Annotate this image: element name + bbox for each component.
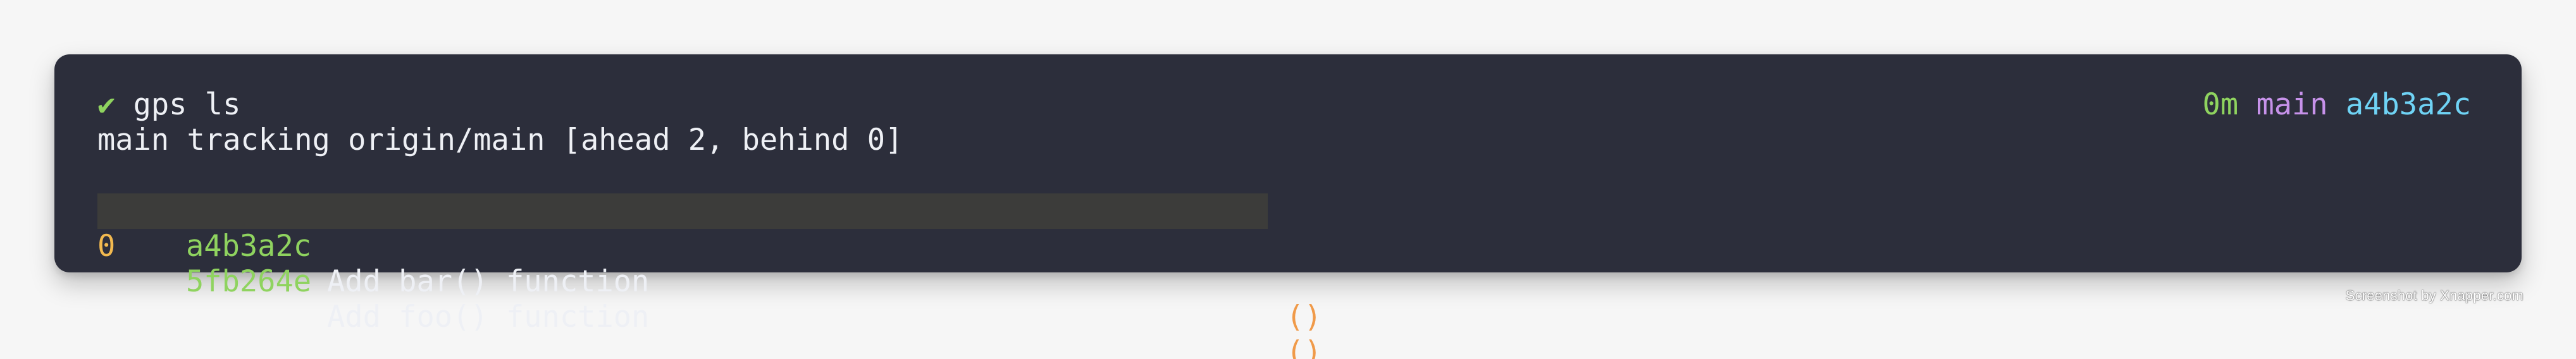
commit-index: 0: [97, 229, 116, 264]
commit-row-selected: 0 5fb264e Add foo() function (): [97, 193, 1322, 359]
prompt-line: ✔ gps ls: [97, 87, 2471, 123]
terminal-output: ✔ gps ls main tracking origin/main [ahea…: [97, 87, 2471, 359]
branch-name: main: [2256, 87, 2328, 122]
tracking-line: main tracking origin/main [ahead 2, behi…: [97, 123, 903, 157]
elapsed-time: 0m: [2202, 87, 2239, 122]
terminal-window[interactable]: ✔ gps ls main tracking origin/main [ahea…: [54, 54, 2522, 359]
commit-sha: 5fb264e: [186, 264, 312, 299]
commit-refs: (): [1286, 300, 1322, 334]
commit-message: Add foo() function: [327, 300, 650, 334]
command-text: gps ls: [133, 87, 241, 122]
watermark-text: Screenshot by Xnapper.com: [2345, 288, 2523, 303]
prompt-status: 0m main a4b3a2c: [2203, 87, 2471, 123]
commit-list: 1 a4b3a2c Add bar() function () 0 5fb264…: [97, 158, 2471, 359]
head-hash: a4b3a2c: [2345, 87, 2471, 122]
success-check-icon: ✔: [97, 87, 116, 122]
commit-row: 1 a4b3a2c Add bar() function (): [97, 158, 1322, 334]
commit-refs: (): [1286, 335, 1322, 359]
commit-message: Add bar() function: [327, 264, 650, 299]
